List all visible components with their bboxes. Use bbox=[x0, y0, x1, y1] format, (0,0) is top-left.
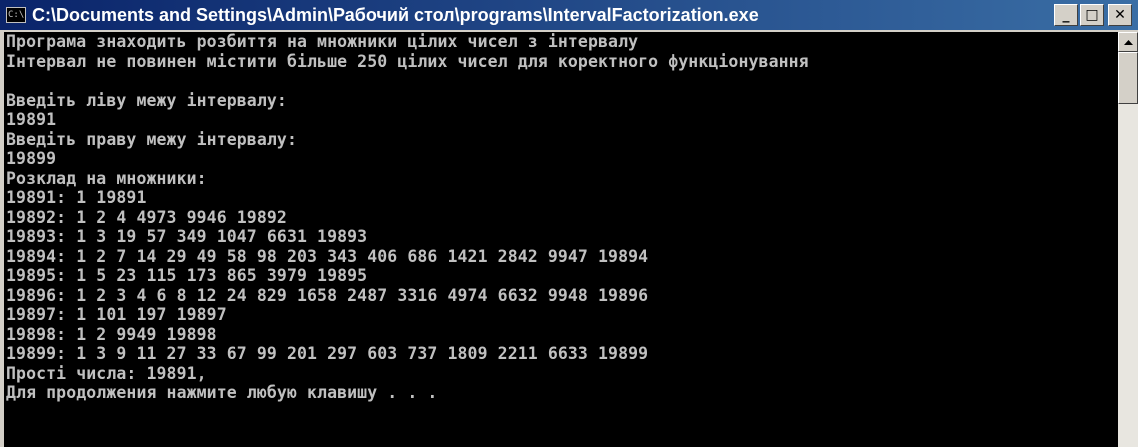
console-app-icon[interactable]: C:\ bbox=[6, 7, 26, 23]
minimize-button[interactable]: _ bbox=[1054, 4, 1078, 26]
console-line: Для продолжения нажмите любую клавишу . … bbox=[6, 383, 438, 402]
console-line: 19891 bbox=[6, 110, 57, 129]
console-line: Введіть ліву межу інтервалу: bbox=[6, 90, 287, 110]
close-button[interactable]: ✕ bbox=[1108, 4, 1132, 26]
console-line: 19892: 1 2 4 4973 9946 19892 bbox=[6, 207, 287, 227]
console-line: 19897: 1 101 197 19897 bbox=[6, 305, 227, 324]
console-line: 19899 bbox=[6, 149, 57, 168]
arrow-up-icon bbox=[1123, 39, 1133, 45]
console-line: 19893: 1 3 19 57 349 1047 6631 19893 bbox=[6, 227, 368, 246]
minimize-icon: _ bbox=[1062, 7, 1070, 23]
window-title: C:\Documents and Settings\Admin\Рабочий … bbox=[32, 4, 759, 25]
console-line: Розклад на множники: bbox=[6, 168, 207, 188]
console-line: 19891: 1 19891 bbox=[6, 188, 147, 207]
console-line: 19895: 1 5 23 115 173 865 3979 19895 bbox=[6, 266, 368, 285]
console-line: 19898: 1 2 9949 19898 bbox=[6, 324, 217, 344]
maximize-icon: □ bbox=[1085, 7, 1099, 23]
console-line: Прості числа: 19891, bbox=[6, 363, 207, 383]
scroll-thumb[interactable] bbox=[1118, 52, 1138, 104]
console-line: 19896: 1 2 3 4 6 8 12 24 829 1658 2487 3… bbox=[6, 285, 649, 305]
title-bar[interactable]: C:\ C:\Documents and Settings\Admin\Рабо… bbox=[0, 0, 1138, 30]
vertical-scrollbar[interactable] bbox=[1118, 32, 1138, 447]
console-output[interactable]: Програма знаходить розбиття на множники … bbox=[4, 32, 1118, 447]
console-line: Введіть праву межу інтервалу: bbox=[6, 129, 297, 149]
close-icon: ✕ bbox=[1114, 7, 1126, 23]
console-window: C:\ C:\Documents and Settings\Admin\Рабо… bbox=[0, 0, 1138, 447]
console-line: 19899: 1 3 9 11 27 33 67 99 201 297 603 … bbox=[6, 344, 649, 363]
console-line: Інтервал не повинен містити більше 250 ц… bbox=[6, 51, 809, 71]
console-line: 19894: 1 2 7 14 29 49 58 98 203 343 406 … bbox=[6, 246, 649, 266]
scroll-up-button[interactable] bbox=[1118, 32, 1138, 52]
maximize-button[interactable]: □ bbox=[1080, 4, 1104, 26]
title-bar-buttons: _ □ ✕ bbox=[1054, 4, 1132, 26]
console-line: Програма знаходить розбиття на множники … bbox=[6, 32, 639, 51]
